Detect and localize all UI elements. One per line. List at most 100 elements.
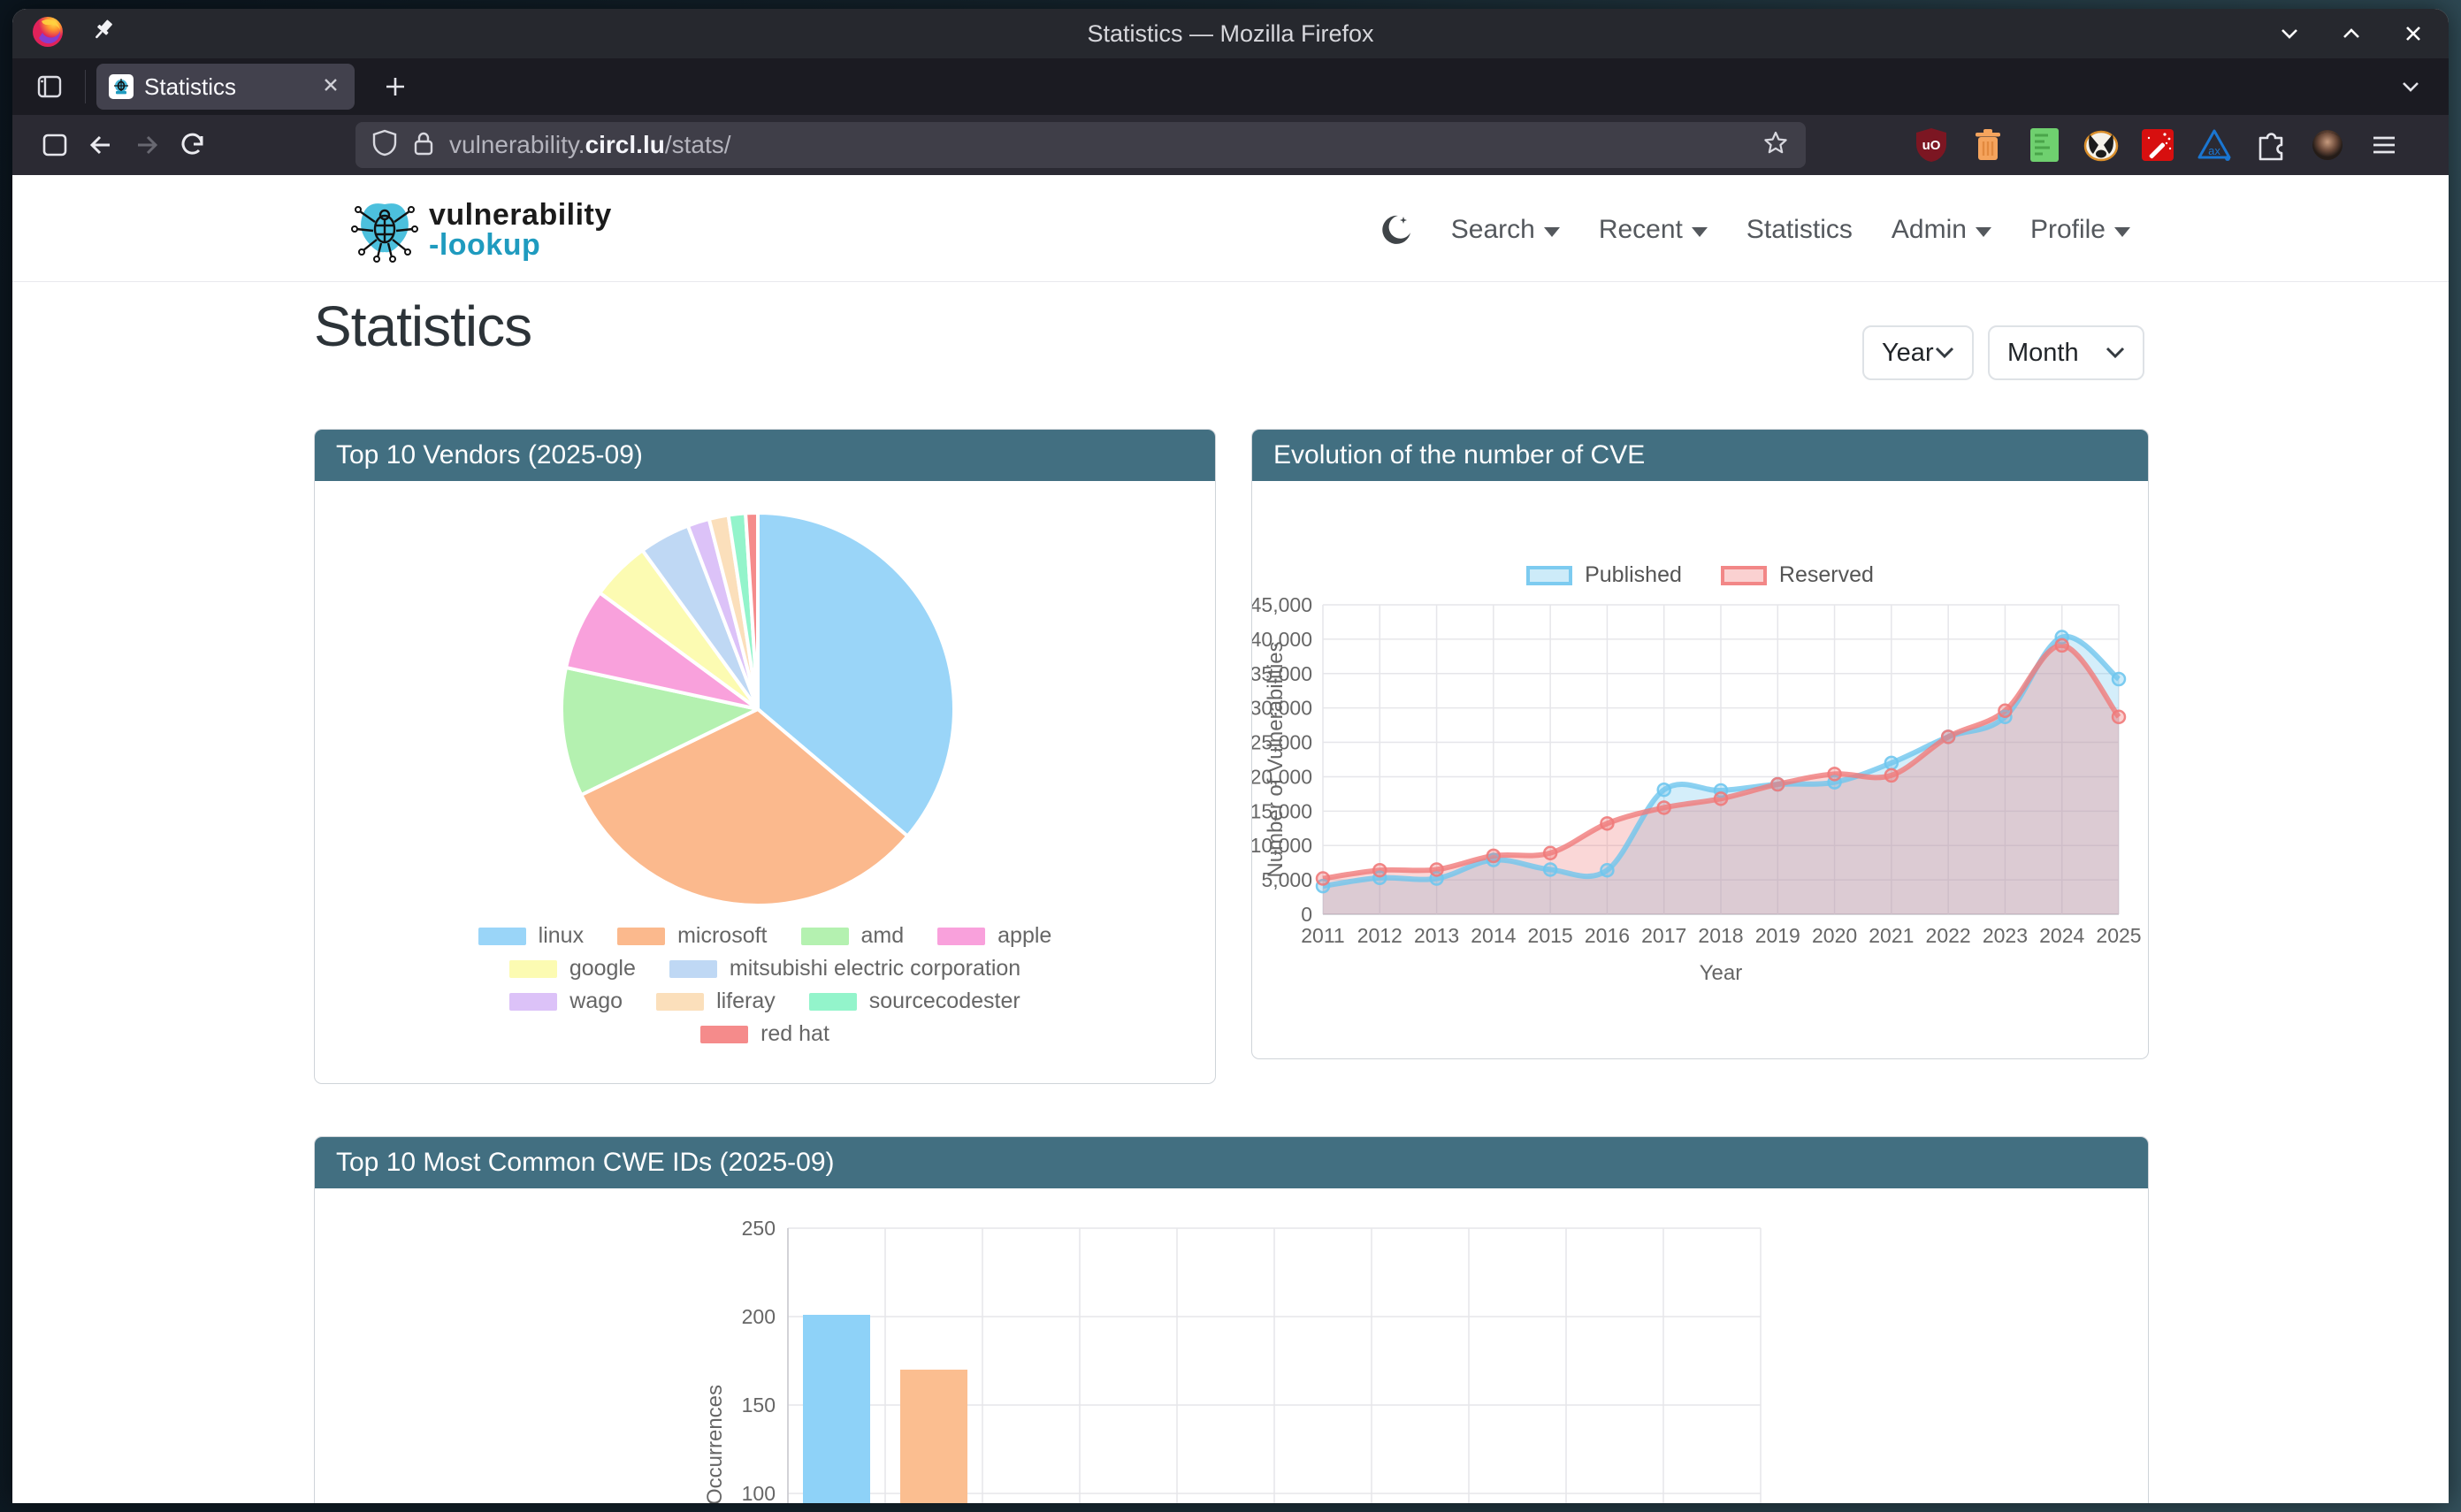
reload-button[interactable] (170, 124, 216, 166)
legend-label: sourcecodester (869, 989, 1020, 1014)
card-cve-evolution: Evolution of the number of CVE Published… (1251, 429, 2149, 1059)
bar-cwe-2 (900, 1370, 967, 1503)
legend-label: liferay (716, 989, 776, 1014)
svg-text:2017: 2017 (1641, 924, 1686, 947)
legend-swatch (478, 928, 526, 945)
navigation-toolbar: vulnerability.circl.lu/stats/ uO ax (12, 115, 2449, 175)
legend-label: microsoft (677, 923, 767, 949)
app-menu-hamburger-icon[interactable] (2365, 126, 2404, 164)
new-tab-button[interactable] (372, 65, 418, 108)
legend-swatch (617, 928, 665, 945)
nav-item-recent[interactable]: Recent (1599, 215, 1708, 245)
back-button[interactable] (78, 124, 124, 166)
bookmark-star-icon[interactable] (1762, 129, 1790, 162)
green-notes-extension-icon[interactable] (2025, 126, 2064, 164)
url-bar[interactable]: vulnerability.circl.lu/stats/ (355, 122, 1806, 168)
svg-text:2014: 2014 (1471, 924, 1516, 947)
trash-extension-icon[interactable] (1968, 126, 2007, 164)
legend-item-wago[interactable]: wago (509, 989, 623, 1014)
extensions-area: uO ax (1912, 126, 2404, 164)
theme-toggle-moon-icon[interactable] (1379, 213, 1412, 247)
url-text: vulnerability.circl.lu/stats/ (449, 131, 731, 159)
legend-item-reserved[interactable]: Reserved (1721, 562, 1874, 588)
site-nav: Search Recent Statistics Admin Profile (1379, 213, 2130, 247)
cwe-bar-chart: 250200150100Occurrences (315, 1188, 2148, 1503)
card-top-cwe-title: Top 10 Most Common CWE IDs (2025-09) (315, 1137, 2148, 1188)
nav-item-admin[interactable]: Admin (1892, 215, 1991, 245)
tab-close-icon[interactable] (319, 73, 342, 101)
vendors-pie-chart (315, 481, 1216, 919)
tab-divider (85, 70, 86, 103)
svg-text:2022: 2022 (1926, 924, 1971, 947)
svg-text:2024: 2024 (2039, 924, 2084, 947)
legend-item-google[interactable]: google (509, 956, 636, 981)
legend-item-amd[interactable]: amd (801, 923, 905, 949)
nav-item-search[interactable]: Search (1451, 215, 1560, 245)
legend-label: Reserved (1779, 562, 1874, 588)
legend-item-mitsubishi-electric-corporation[interactable]: mitsubishi electric corporation (669, 956, 1020, 981)
card-top-vendors-title: Top 10 Vendors (2025-09) (315, 430, 1215, 481)
site-logo-text: vulnerability -lookup (429, 200, 612, 260)
ublock-origin-icon[interactable]: uO (1912, 126, 1951, 164)
desktop-background: Statistics — Mozilla Firefox Statistics (0, 0, 2461, 1512)
vendors-pie-legend: linux microsoft amd apple google mitsubishi e… (315, 923, 1215, 1047)
caret-down-icon (1692, 227, 1708, 237)
legend-label: apple (997, 923, 1051, 949)
legend-label: Published (1585, 562, 1682, 588)
account-avatar[interactable] (2308, 126, 2347, 164)
svg-text:2011: 2011 (1301, 924, 1344, 947)
month-select[interactable]: Month (1988, 325, 2144, 380)
legend-item-apple[interactable]: apple (937, 923, 1051, 949)
puzzle-extensions-icon[interactable] (2251, 126, 2290, 164)
site-logo[interactable]: vulnerability -lookup (349, 194, 612, 267)
chevron-down-icon (1935, 347, 1954, 359)
list-all-tabs-button[interactable] (2397, 58, 2424, 115)
svg-text:Year: Year (1700, 961, 1743, 985)
legend-swatch (809, 993, 857, 1011)
window-titlebar: Statistics — Mozilla Firefox (12, 9, 2449, 58)
year-select[interactable]: Year (1862, 325, 1974, 380)
red-wand-extension-icon[interactable] (2138, 126, 2177, 164)
year-select-label: Year (1882, 339, 1934, 368)
sidebar-launcher-icon[interactable] (27, 65, 73, 108)
close-window-button[interactable] (2396, 16, 2431, 51)
legend-swatch (669, 960, 717, 978)
tracking-protection-shield-icon[interactable] (371, 129, 398, 162)
svg-text:150: 150 (742, 1394, 776, 1417)
nav-item-profile[interactable]: Profile (2030, 215, 2130, 245)
legend-label: wago (569, 989, 623, 1014)
legend-label: google (569, 956, 636, 981)
site-header: vulnerability -lookup Search Recent Statis… (349, 187, 2130, 272)
legend-item-published[interactable]: Published (1526, 562, 1682, 588)
cve-chart-legend: Published Reserved (1252, 562, 2148, 588)
nav-item-statistics[interactable]: Statistics (1746, 215, 1853, 245)
svg-text:2012: 2012 (1357, 924, 1402, 947)
svg-text:2020: 2020 (1812, 924, 1857, 947)
sidebar-toggle-icon[interactable] (32, 124, 78, 166)
forward-button[interactable] (124, 124, 170, 166)
minimize-button[interactable] (2272, 16, 2307, 51)
bar-cwe-1 (803, 1315, 870, 1503)
svg-text:Number of Vulnerabilities: Number of Vulnerabilities (1264, 641, 1288, 877)
svg-text:45,000: 45,000 (1252, 593, 1312, 616)
legend-item-red-hat[interactable]: red hat (700, 1021, 829, 1047)
tab-statistics[interactable]: Statistics (96, 64, 355, 110)
maximize-button[interactable] (2334, 16, 2369, 51)
svg-text:2023: 2023 (1983, 924, 2028, 947)
svg-text:100: 100 (742, 1482, 776, 1503)
svg-text:2018: 2018 (1698, 924, 1743, 947)
legend-item-microsoft[interactable]: microsoft (617, 923, 767, 949)
svg-text:ax: ax (2208, 144, 2220, 157)
pin-icon[interactable] (88, 17, 118, 51)
legend-item-sourcecodester[interactable]: sourcecodester (809, 989, 1020, 1014)
svg-text:250: 250 (742, 1217, 776, 1240)
axe-devtools-icon[interactable]: ax (2195, 126, 2234, 164)
svg-text:2025: 2025 (2096, 924, 2141, 947)
svg-text:2021: 2021 (1869, 924, 1914, 947)
privacy-badger-icon[interactable] (2082, 126, 2121, 164)
card-top-cwe: Top 10 Most Common CWE IDs (2025-09) 250… (314, 1136, 2149, 1503)
caret-down-icon (2114, 227, 2130, 237)
card-cve-evolution-title: Evolution of the number of CVE (1252, 430, 2148, 481)
legend-item-liferay[interactable]: liferay (656, 989, 776, 1014)
legend-item-linux[interactable]: linux (478, 923, 584, 949)
